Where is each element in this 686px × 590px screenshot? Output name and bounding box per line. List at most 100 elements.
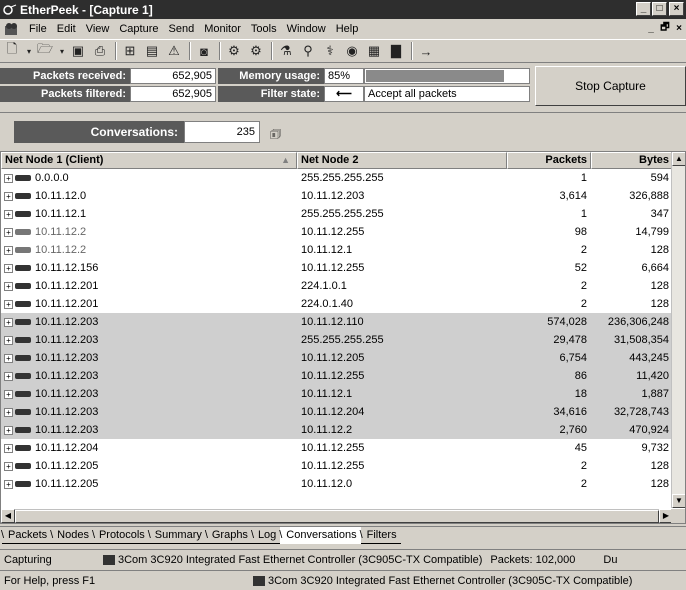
net-node-1-address: 10.11.12.205 — [35, 478, 99, 490]
horizontal-scrollbar[interactable]: ◀ ▶ — [1, 509, 673, 523]
expand-icon[interactable]: + — [4, 479, 13, 489]
expand-icon[interactable]: + — [4, 209, 13, 219]
monitor2-icon[interactable]: ⚙ — [246, 41, 266, 61]
tab-summary[interactable]: Summary — [148, 527, 206, 544]
vertical-scrollbar[interactable]: ▲ ▼ — [671, 152, 685, 508]
expand-icon[interactable]: + — [4, 317, 13, 327]
table-row[interactable]: +10.11.12.203 10.11.12.205 6,754 443,245 — [1, 349, 673, 367]
stop-capture-button[interactable]: Stop Capture — [535, 66, 686, 106]
menu-tools[interactable]: Tools — [246, 23, 282, 35]
expand-icon[interactable]: + — [4, 443, 13, 453]
print-icon[interactable]: ⎙ — [90, 41, 110, 61]
table-row[interactable]: +10.11.12.203 10.11.12.1 18 1,887 — [1, 385, 673, 403]
table-row[interactable]: +10.11.12.203 255.255.255.255 29,478 31,508… — [1, 331, 673, 349]
packets-cell: 18 — [574, 388, 587, 400]
tab-log[interactable]: Log — [251, 527, 281, 544]
decode-icon[interactable]: ▤ — [142, 41, 162, 61]
table-row[interactable]: +10.11.12.205 10.11.12.0 2 128 — [1, 475, 673, 493]
chart-icon[interactable]: ▇ — [386, 41, 406, 61]
scroll-up-icon[interactable]: ▲ — [672, 152, 685, 166]
bytes-cell: 128 — [650, 244, 669, 256]
table-row[interactable]: +10.11.12.0 10.11.12.203 3,614 326,888 — [1, 187, 673, 205]
tab-conversations[interactable]: Conversations — [279, 527, 361, 544]
menu-help[interactable]: Help — [331, 23, 364, 35]
arrow-right-icon[interactable]: → — [416, 41, 436, 61]
dropdown-icon[interactable]: ▾ — [57, 41, 67, 61]
minimize-button[interactable]: _ — [636, 2, 651, 16]
packet-icon[interactable]: ⊞ — [120, 41, 140, 61]
table-row[interactable]: +10.11.12.201 224.0.1.40 2 128 — [1, 295, 673, 313]
packets-cell: 2 — [580, 478, 587, 490]
table-row[interactable]: +10.11.12.203 10.11.12.2 2,760 470,924 — [1, 421, 673, 439]
table-row[interactable]: +10.11.12.204 10.11.12.255 45 9,732 — [1, 439, 673, 457]
menu-view[interactable]: View — [81, 23, 115, 35]
mdi-close-button[interactable]: × — [672, 22, 686, 35]
menu-edit[interactable]: Edit — [52, 23, 81, 35]
globe-icon[interactable]: ◉ — [342, 41, 362, 61]
tab-nodes[interactable]: Nodes — [50, 527, 93, 544]
header-bytes[interactable]: Bytes — [591, 152, 673, 169]
menu-window[interactable]: Window — [282, 23, 331, 35]
send-icon[interactable]: ⚗ — [276, 41, 296, 61]
document-icon[interactable] — [4, 22, 20, 36]
expand-icon[interactable]: + — [4, 371, 13, 381]
tab-packets[interactable]: Packets — [1, 527, 52, 544]
table-row[interactable]: +10.11.12.203 10.11.12.255 86 11,420 — [1, 367, 673, 385]
net-node-1-address: 10.11.12.204 — [35, 442, 99, 454]
expand-icon[interactable]: + — [4, 389, 13, 399]
table-row[interactable]: +10.11.12.2 10.11.12.255 98 14,799 — [1, 223, 673, 241]
expand-icon[interactable]: + — [4, 191, 13, 201]
capture-icon[interactable]: ◙ — [194, 41, 214, 61]
table-row[interactable]: +10.11.12.203 10.11.12.110 574,028 236,306,… — [1, 313, 673, 331]
net-node-1-address: 10.11.12.0 — [35, 190, 87, 202]
table-row[interactable]: +10.11.12.203 10.11.12.204 34,616 32,728,74… — [1, 403, 673, 421]
tab-graphs[interactable]: Graphs — [205, 527, 252, 544]
tab-protocols[interactable]: Protocols — [92, 527, 149, 544]
menu-file[interactable]: File — [24, 23, 52, 35]
table-row[interactable]: +10.11.12.205 10.11.12.255 2 128 — [1, 457, 673, 475]
expand-icon[interactable]: + — [4, 425, 13, 435]
menu-capture[interactable]: Capture — [114, 23, 163, 35]
table-row[interactable]: +0.0.0.0 255.255.255.255 1 594 — [1, 169, 673, 187]
table-row[interactable]: +10.11.12.2 10.11.12.1 2 128 — [1, 241, 673, 259]
expand-icon[interactable]: + — [4, 281, 13, 291]
conversations-bar: Conversations: 235 🗊 — [0, 112, 686, 150]
menu-monitor[interactable]: Monitor — [199, 23, 246, 35]
dropdown-icon[interactable]: ▾ — [24, 41, 34, 61]
header-net-node-2[interactable]: Net Node 2 — [297, 152, 507, 169]
expand-icon[interactable]: + — [4, 461, 13, 471]
menu-send[interactable]: Send — [164, 23, 200, 35]
expand-icon[interactable]: + — [4, 335, 13, 345]
table-row[interactable]: +10.11.12.1 255.255.255.255 1 347 — [1, 205, 673, 223]
packets-cell: 2 — [580, 280, 587, 292]
close-button[interactable]: × — [669, 2, 684, 16]
mdi-restore-button[interactable]: 🗗 — [658, 22, 672, 35]
expand-icon[interactable]: + — [4, 173, 13, 183]
expand-icon[interactable]: + — [4, 299, 13, 309]
alert-icon[interactable]: ⚠ — [164, 41, 184, 61]
table-icon[interactable]: ▦ — [364, 41, 384, 61]
filter-icon[interactable]: ⚲ — [298, 41, 318, 61]
table-row[interactable]: +10.11.12.201 224.1.0.1 2 128 — [1, 277, 673, 295]
new-icon[interactable]: 🗋 — [2, 41, 22, 61]
monitor-icon[interactable]: ⚙ — [224, 41, 244, 61]
maximize-button[interactable]: □ — [652, 2, 667, 16]
header-packets[interactable]: Packets — [507, 152, 591, 169]
table-row[interactable]: +10.11.12.156 10.11.12.255 52 6,664 — [1, 259, 673, 277]
mdi-minimize-button[interactable]: _ — [644, 22, 658, 35]
tab-filters[interactable]: Filters — [360, 527, 401, 544]
expand-icon[interactable]: + — [4, 353, 13, 363]
help-status-bar: For Help, press F1 3Com 3C920 Integrated… — [0, 570, 686, 590]
scroll-left-icon[interactable]: ◀ — [1, 509, 15, 523]
save-icon[interactable]: ▣ — [68, 41, 88, 61]
trigger-icon[interactable]: ⚕ — [320, 41, 340, 61]
header-net-node-1[interactable]: Net Node 1 (Client) ▲ — [1, 152, 297, 169]
expand-icon[interactable]: + — [4, 263, 13, 273]
expand-icon[interactable]: + — [4, 407, 13, 417]
scroll-thumb[interactable] — [15, 510, 659, 523]
open-icon[interactable]: 🗁 — [35, 41, 55, 61]
expand-icon[interactable]: + — [4, 245, 13, 255]
scroll-down-icon[interactable]: ▼ — [672, 494, 685, 508]
expand-icon[interactable]: + — [4, 227, 13, 237]
options-icon[interactable]: 🗊 — [270, 125, 284, 141]
